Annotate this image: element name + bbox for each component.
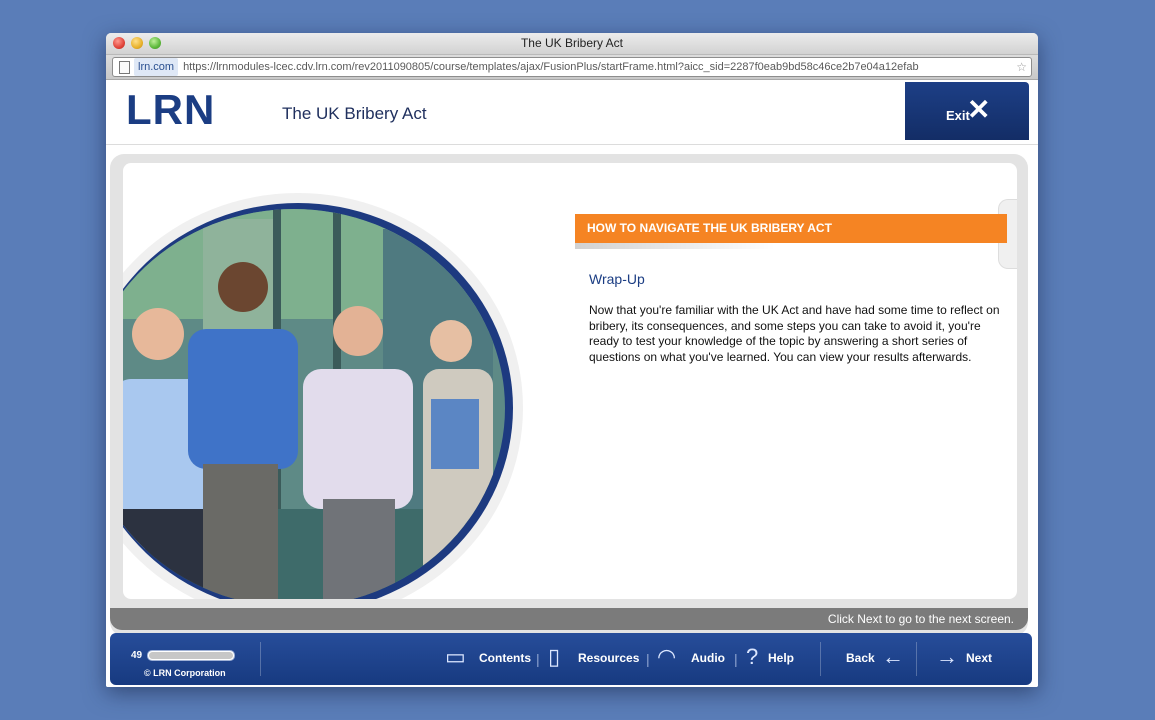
section-banner: HOW TO NAVIGATE THE UK BRIBERY ACT — [575, 214, 1007, 243]
url-domain-badge: lrn.com — [134, 58, 179, 76]
banner-shadow — [575, 243, 775, 249]
exit-button[interactable]: Exit ✕ — [905, 82, 1029, 140]
headphones-icon: ◠ — [657, 644, 677, 669]
next-button[interactable]: → Next — [936, 645, 1002, 671]
next-hint: Click Next to go to the next screen. — [827, 612, 1014, 626]
contents-label: Contents — [479, 651, 531, 665]
audio-button[interactable]: ◠ Audio — [657, 645, 735, 671]
course-title: The UK Bribery Act — [282, 104, 427, 123]
copyright: © LRN Corporation — [144, 668, 226, 678]
course-header: LRN The UK Bribery Act Exit ✕ — [106, 80, 1038, 145]
arrow-left-icon: ← — [882, 644, 904, 669]
course-page: LRN The UK Bribery Act Exit ✕ HOW TO NAV… — [106, 80, 1038, 687]
screen-body-text: Now that you're familiar with the UK Act… — [589, 303, 1000, 364]
hint-bar: Click Next to go to the next screen. — [110, 608, 1028, 630]
nav-divider — [260, 642, 261, 676]
nav-divider — [820, 642, 821, 676]
screen-subheading: Wrap-Up — [589, 271, 645, 287]
next-label: Next — [966, 651, 993, 665]
progress-bar — [147, 650, 235, 661]
question-icon: ? — [746, 644, 759, 669]
bookmark-icon[interactable]: ☆ — [1016, 58, 1027, 76]
page-icon — [119, 61, 130, 74]
lrn-logo: LRN — [126, 86, 216, 133]
url-field[interactable]: lrn.com https://lrnmodules-lcec.cdv.lrn.c… — [112, 57, 1032, 77]
nav-separator: | — [734, 651, 738, 667]
window-title: The UK Bribery Act — [520, 36, 624, 50]
contents-icon: ▭ — [445, 644, 466, 669]
browser-window: The UK Bribery Act lrn.com https://lrnmod… — [106, 33, 1038, 687]
content-frame: HOW TO NAVIGATE THE UK BRIBERY ACT Wrap-… — [110, 154, 1028, 636]
book-icon: ▯ — [548, 644, 561, 669]
audio-label: Audio — [691, 651, 725, 665]
back-label: Back — [846, 651, 875, 665]
arrow-right-icon: → — [936, 644, 958, 669]
nav-divider — [916, 642, 917, 676]
nav-separator: | — [536, 651, 540, 667]
title-bar: The UK Bribery Act — [106, 33, 1038, 55]
address-bar: lrn.com https://lrnmodules-lcec.cdv.lrn.c… — [106, 55, 1038, 80]
resources-button[interactable]: ▯ Resources — [548, 645, 644, 671]
resources-label: Resources — [578, 651, 640, 665]
back-button[interactable]: Back ← — [846, 645, 912, 671]
nav-separator: | — [646, 651, 650, 667]
course-navbar: 49 © LRN Corporation ▭ Contents | ▯ Reso… — [110, 633, 1032, 685]
url-text[interactable]: https://lrnmodules-lcec.cdv.lrn.com/rev2… — [183, 61, 919, 73]
close-icon: ✕ — [967, 94, 991, 125]
help-button[interactable]: ? Help — [746, 645, 806, 671]
contents-button[interactable]: ▭ Contents — [445, 645, 533, 671]
progress-fill — [149, 652, 233, 659]
content-panel: HOW TO NAVIGATE THE UK BRIBERY ACT Wrap-… — [123, 163, 1017, 599]
progress-label: 49 — [131, 650, 143, 661]
help-label: Help — [768, 651, 795, 665]
